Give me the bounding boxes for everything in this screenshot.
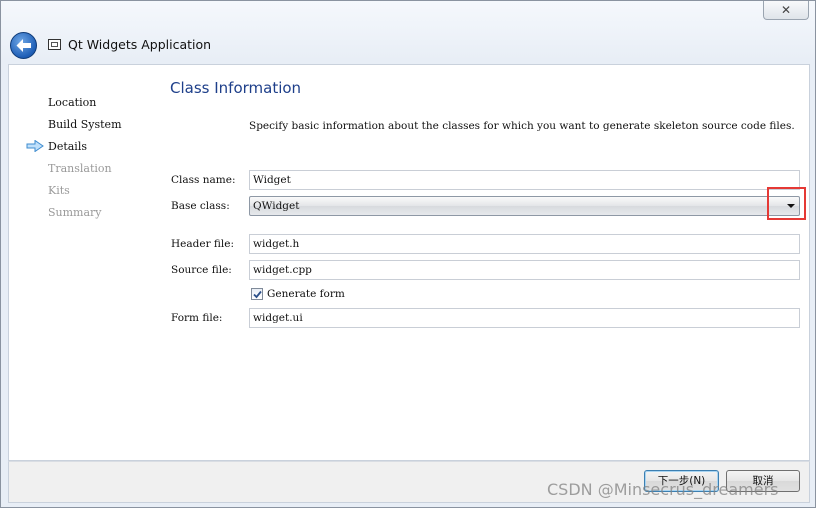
- back-arrow-icon: [16, 39, 31, 52]
- header-file-input[interactable]: widget.h: [249, 234, 800, 254]
- window-title: Qt Widgets Application: [68, 37, 212, 52]
- wizard-window: ✕ Qt Widgets Application Location Build …: [0, 0, 816, 508]
- header-file-label: Header file:: [171, 238, 235, 250]
- source-file-label: Source file:: [171, 264, 232, 276]
- form-file-input[interactable]: widget.ui: [249, 308, 800, 328]
- window-icon: [48, 39, 61, 50]
- base-class-select[interactable]: QWidget: [249, 196, 800, 216]
- base-class-value: QWidget: [253, 200, 300, 212]
- watermark: CSDN @Minsecrus_dreamers: [547, 480, 779, 499]
- back-button[interactable]: [10, 32, 37, 59]
- close-button[interactable]: ✕: [763, 1, 809, 20]
- sidebar-item-kits: Kits: [48, 184, 70, 197]
- sidebar-item-build-system: Build System: [48, 118, 122, 131]
- close-icon: ✕: [780, 3, 792, 17]
- base-class-label: Base class:: [171, 200, 230, 212]
- page-description: Specify basic information about the clas…: [249, 120, 795, 132]
- class-name-label: Class name:: [171, 174, 236, 186]
- generate-form-checkbox[interactable]: [251, 288, 263, 300]
- dropdown-highlight-box: [767, 187, 806, 220]
- page-title: Class Information: [170, 79, 302, 97]
- class-name-input[interactable]: Widget: [249, 170, 800, 190]
- sidebar-item-translation: Translation: [48, 162, 112, 175]
- form-file-label: Form file:: [171, 312, 223, 324]
- generate-form-label[interactable]: Generate form: [267, 288, 345, 300]
- source-file-input[interactable]: widget.cpp: [249, 260, 800, 280]
- checkmark-icon: [253, 290, 262, 299]
- current-step-arrow-icon: [26, 140, 44, 152]
- sidebar-item-details: Details: [48, 140, 87, 153]
- sidebar-item-summary: Summary: [48, 206, 102, 219]
- sidebar-item-location: Location: [48, 96, 97, 109]
